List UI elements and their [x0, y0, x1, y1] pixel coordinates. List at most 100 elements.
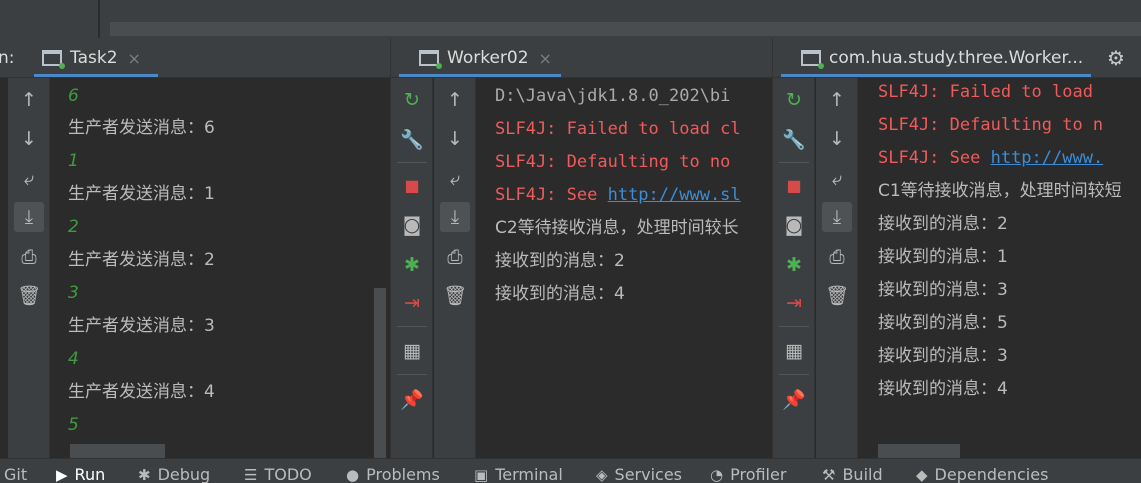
- close-icon[interactable]: ×: [539, 49, 552, 68]
- console-line: 生产者发送消息：1: [68, 184, 215, 204]
- camera-icon[interactable]: ◙: [779, 210, 809, 240]
- console-line: 生产者发送消息：3: [68, 316, 215, 336]
- console-output: 6 生产者发送消息：6 1 生产者发送消息：1 2 生产者发送消息：2 3 生产…: [68, 78, 374, 458]
- top-toolbar: [0, 0, 1141, 38]
- down-arrow-icon[interactable]: ↓: [14, 124, 44, 154]
- console-line: C2等待接收消息，处理时间较长: [495, 218, 739, 238]
- trash-icon[interactable]: 🗑: [822, 280, 852, 310]
- slf4j-link[interactable]: http://www.: [991, 148, 1104, 168]
- up-arrow-icon[interactable]: ↑: [440, 85, 470, 115]
- tab-bar: com.hua.study.three.Worker... ⚙: [773, 38, 1141, 78]
- tool-profiler[interactable]: ◔ Profiler: [710, 465, 786, 483]
- tool-git[interactable]: Git: [4, 465, 27, 483]
- dependencies-icon: ◆: [916, 465, 928, 483]
- trash-icon[interactable]: 🗑: [440, 280, 470, 310]
- run-window-icon: [801, 50, 824, 69]
- soft-wrap-icon[interactable]: ⤶: [822, 164, 852, 194]
- scroll-to-end-icon[interactable]: ⤓: [14, 202, 44, 232]
- console-line: SLF4J: Failed to load cl: [495, 119, 741, 139]
- trash-icon[interactable]: 🗑: [14, 280, 44, 310]
- console-line: SLF4J: See http://www.sl: [495, 185, 741, 205]
- exit-icon[interactable]: ⇥: [397, 288, 427, 318]
- tab-worker02[interactable]: Worker02 ×: [419, 38, 552, 78]
- services-icon: ◈: [596, 465, 608, 483]
- tool-terminal[interactable]: ▣ Terminal: [474, 465, 563, 483]
- tool-todo[interactable]: ☰ TODO: [244, 465, 312, 483]
- tab-task2[interactable]: Task2 ×: [42, 38, 141, 78]
- profiler-icon: ◔: [710, 465, 724, 483]
- print-icon[interactable]: ⎙: [822, 242, 852, 272]
- toolbar-separator: [779, 326, 809, 327]
- rerun-icon[interactable]: ↻: [397, 85, 427, 115]
- run-panel-worker01: com.hua.study.three.Worker... ⚙ ↻ 🔧 ■ ◙ …: [772, 38, 1141, 458]
- console-line: 生产者发送消息：4: [68, 382, 215, 402]
- stop-icon[interactable]: ■: [779, 170, 809, 200]
- camera-icon[interactable]: ◙: [397, 210, 427, 240]
- run-panel-worker02: Worker02 × ↻ 🔧 ■ ◙ ✱ ⇥ ▦ 📌 ↑ ↓ ⤶ ⤓ ⎙ 🗑 D…: [390, 38, 772, 458]
- top-scrollbar[interactable]: [110, 22, 1141, 36]
- horizontal-scrollbar[interactable]: [70, 444, 165, 458]
- console-toolbar: ↑ ↓ ⤶ ⤓ ⎙ 🗑: [816, 78, 858, 458]
- debug-bug-icon[interactable]: ✱: [397, 250, 427, 280]
- problems-icon: ●: [346, 465, 360, 483]
- console-line: D:\Java\jdk1.8.0_202\bi: [495, 86, 731, 106]
- pin-icon[interactable]: 📌: [779, 384, 809, 414]
- exit-icon[interactable]: ⇥: [779, 288, 809, 318]
- console-line: 接收到的消息：3: [878, 346, 1008, 366]
- soft-wrap-icon[interactable]: ⤶: [14, 164, 44, 194]
- wrench-icon[interactable]: 🔧: [397, 124, 427, 154]
- up-arrow-icon[interactable]: ↑: [14, 85, 44, 115]
- terminal-icon: ▣: [474, 465, 489, 483]
- console-line: 接收到的消息：4: [878, 379, 1008, 399]
- console-line: 接收到的消息：3: [878, 280, 1008, 300]
- list-icon: ☰: [244, 465, 258, 483]
- tool-services[interactable]: ◈ Services: [596, 465, 682, 483]
- truncated-tab-label[interactable]: n:: [0, 38, 15, 78]
- tool-problems[interactable]: ● Problems: [346, 465, 440, 483]
- console-line: SLF4J: Failed to load: [878, 82, 1093, 102]
- horizontal-scrollbar[interactable]: [878, 444, 960, 458]
- stop-icon[interactable]: ■: [397, 170, 427, 200]
- down-arrow-icon[interactable]: ↓: [822, 124, 852, 154]
- console-line: C1等待接收消息，处理时间较短: [878, 181, 1122, 201]
- run-panel-task2: n: Task2 × ↑ ↓ ⤶ ⤓ ⎙ 🗑 6 生产者发送消息：6 1 生产者…: [0, 38, 390, 458]
- tab-worker01[interactable]: com.hua.study.three.Worker...: [801, 38, 1083, 78]
- console-line: 生产者发送消息：6: [68, 118, 215, 138]
- tool-run[interactable]: ▶ Run: [56, 465, 105, 483]
- tool-build[interactable]: ⚒ Build: [822, 465, 883, 483]
- console-line: SLF4J: See http://www.: [878, 148, 1104, 168]
- debug-bug-icon[interactable]: ✱: [779, 250, 809, 280]
- console-line: 5: [68, 415, 79, 435]
- console-line: 2: [68, 217, 79, 237]
- scroll-to-end-icon[interactable]: ⤓: [822, 202, 852, 232]
- run-actions-toolbar: ↻ 🔧 ■ ◙ ✱ ⇥ ▦ 📌: [773, 78, 815, 458]
- vertical-scrollbar[interactable]: [374, 288, 386, 458]
- console-line: 6: [68, 86, 79, 106]
- run-icon: ▶: [56, 465, 68, 483]
- print-icon[interactable]: ⎙: [14, 242, 44, 272]
- down-arrow-icon[interactable]: ↓: [440, 124, 470, 154]
- scroll-to-end-icon[interactable]: ⤓: [440, 202, 470, 232]
- tool-debug[interactable]: ✱ Debug: [138, 465, 210, 483]
- console-line: 接收到的消息：2: [495, 251, 625, 271]
- close-icon[interactable]: ×: [128, 49, 141, 68]
- layout-icon[interactable]: ▦: [779, 336, 809, 366]
- print-icon[interactable]: ⎙: [440, 242, 470, 272]
- wrench-icon[interactable]: 🔧: [779, 124, 809, 154]
- console-line: 3: [68, 283, 79, 303]
- up-arrow-icon[interactable]: ↑: [822, 85, 852, 115]
- console-line: 接收到的消息：4: [495, 284, 625, 304]
- slf4j-link[interactable]: http://www.sl: [608, 185, 741, 205]
- tab-label: Worker02: [447, 48, 529, 68]
- toolbar-divider: [98, 0, 100, 38]
- pin-icon[interactable]: 📌: [397, 384, 427, 414]
- run-window-icon: [42, 50, 65, 69]
- soft-wrap-icon[interactable]: ⤶: [440, 164, 470, 194]
- tab-bar: Worker02 ×: [391, 38, 772, 78]
- tool-dependencies[interactable]: ◆ Dependencies: [916, 465, 1048, 483]
- layout-icon[interactable]: ▦: [397, 336, 427, 366]
- active-tab-indicator: [34, 74, 158, 77]
- rerun-icon[interactable]: ↻: [779, 85, 809, 115]
- console-output: D:\Java\jdk1.8.0_202\bi SLF4J: Failed to…: [495, 78, 772, 458]
- gear-icon[interactable]: ⚙: [1107, 38, 1125, 78]
